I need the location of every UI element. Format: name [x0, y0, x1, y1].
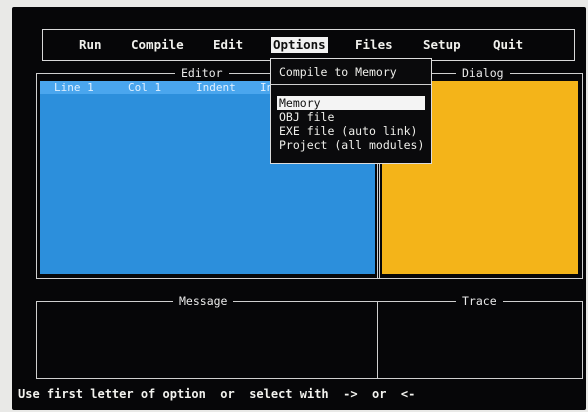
dropdown-item-memory[interactable]: Memory: [277, 96, 425, 110]
menu-bar: Run Compile Edit Options Files Setup Qui…: [42, 29, 575, 61]
dropdown-item-exe-file[interactable]: EXE file (auto link): [277, 124, 425, 138]
trace-window: Trace: [377, 294, 583, 379]
trace-title: Trace: [456, 294, 503, 308]
menu-run[interactable]: Run: [79, 37, 102, 53]
terminal-screen: Run Compile Edit Options Files Setup Qui…: [12, 7, 586, 410]
editor-line-indicator: Line 1: [54, 81, 94, 94]
dropdown-item-project[interactable]: Project (all modules): [277, 138, 425, 152]
message-title: Message: [173, 294, 234, 308]
dialog-title: Dialog: [456, 66, 510, 80]
menu-compile[interactable]: Compile: [131, 37, 184, 53]
message-window: Message: [36, 294, 378, 379]
editor-col-indicator: Col 1: [128, 81, 162, 94]
menu-files[interactable]: Files: [355, 37, 393, 53]
editor-indent-indicator: Indent: [196, 81, 236, 94]
options-dropdown: Compile to Memory Memory OBJ file EXE fi…: [270, 58, 432, 164]
dropdown-title: Compile to Memory: [279, 65, 397, 79]
menu-setup[interactable]: Setup: [423, 37, 461, 53]
menu-edit[interactable]: Edit: [213, 37, 243, 53]
menu-options[interactable]: Options: [271, 37, 328, 53]
status-line: Use first letter of option or select wit…: [18, 387, 416, 401]
dropdown-item-obj-file[interactable]: OBJ file: [277, 110, 425, 124]
editor-title: Editor: [175, 66, 229, 80]
menu-quit[interactable]: Quit: [493, 37, 523, 53]
dropdown-divider: [271, 84, 431, 85]
